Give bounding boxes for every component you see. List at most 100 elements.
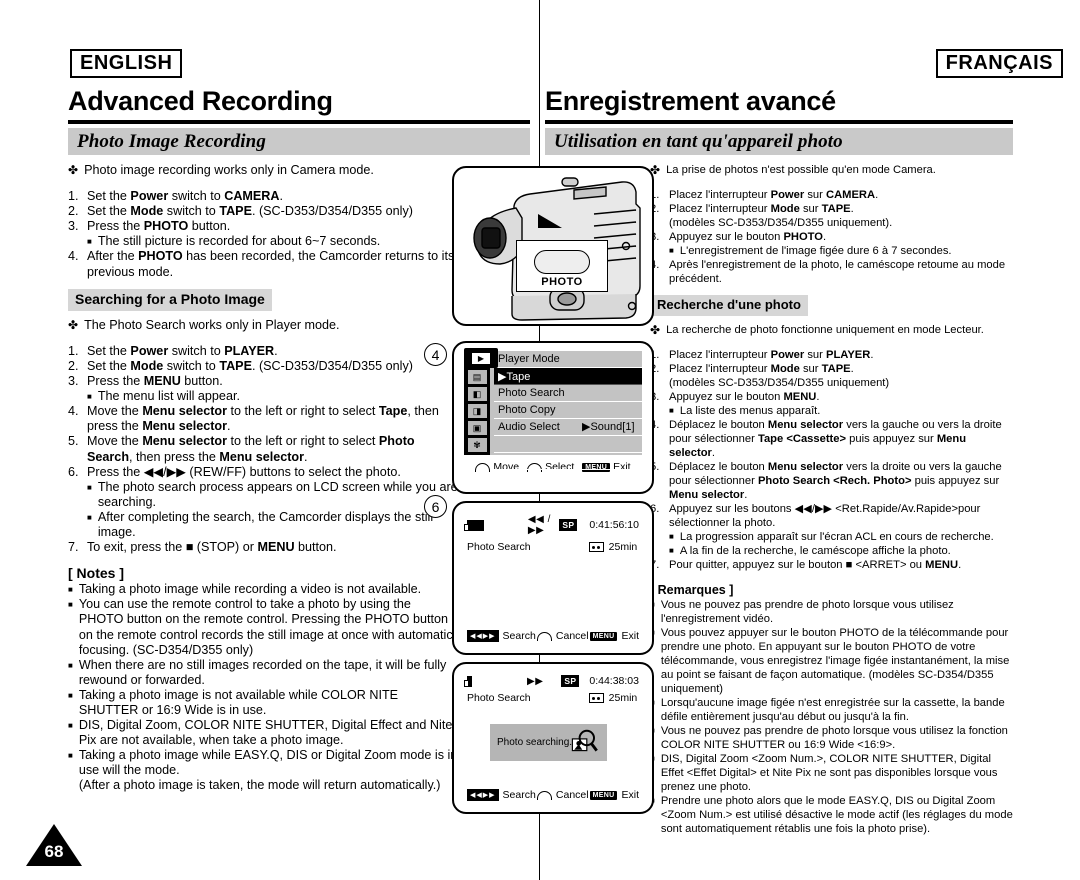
lcd-screen-searching: ▶▶ SP 0:44:38:03 Photo Search 25min Phot…	[454, 664, 652, 812]
step-substeps: ■ L'enregistrement de l'image figée dure …	[669, 244, 1015, 258]
figure-camcorder: PHOTO	[452, 166, 654, 326]
step-item: 5. Move the Menu selector to the left or …	[68, 434, 458, 464]
step-substeps: ■ La liste des menus apparaît.	[669, 404, 1015, 418]
menu-item-photo-search[interactable]: Photo Search	[494, 385, 642, 402]
menu-item-photo-copy[interactable]: Photo Copy	[494, 402, 642, 419]
step-item: 4. After the PHOTO has been recorded, the…	[68, 249, 458, 279]
step-subitem-text: L'enregistrement de l'image figée dure 6…	[679, 245, 952, 257]
step-subitem-text: The still picture is recorded for about …	[97, 234, 381, 249]
intro-text-french: La prise de photos n'est possible qu'en …	[666, 164, 936, 176]
lcd-footer-searching: ◀◀▶▶ Search Cancel MENU Exit	[467, 789, 639, 801]
steps-list-french-1: 1. Placez l'interrupteur Power sur CAMERA…	[650, 188, 1015, 286]
rew-ff-key-icon: ◀◀▶▶	[467, 630, 499, 642]
square-bullet-icon: ■	[669, 406, 674, 415]
menu-key-icon: MENU	[589, 631, 618, 641]
note-item: ■ When there are no still images recorded…	[68, 658, 458, 688]
notes-title-english: [ Notes ]	[68, 565, 124, 582]
step-item: 3. Press the PHOTO button.	[68, 219, 458, 234]
step-item: 4. Après l'enregistrement de la photo, le…	[650, 258, 1015, 286]
chapter-title-french: Enregistrement avancé	[545, 86, 836, 116]
intro-bullet-french: ✤ La prise de photos n'est possible qu'e…	[650, 163, 1015, 177]
lcd-footer-search-label: Search	[502, 789, 536, 801]
intro-text-english: Photo image recording works only in Came…	[84, 163, 374, 177]
intro2-text-french: La recherche de photo fonctionne uniquem…	[666, 324, 984, 336]
step-item: 7. To exit, press the ■ (STOP) or MENU bu…	[68, 540, 458, 555]
note-text: Vous ne pouvez pas prendre de photo lors…	[660, 725, 1008, 751]
figure-lcd-photo-searching: ▶▶ SP 0:44:38:03 Photo Search 25min Phot…	[452, 662, 654, 814]
note-item: ■DIS, Digital Zoom <Zoom Num.>, COLOR NI…	[650, 752, 1015, 794]
lcd-label-row: Photo Search 25min	[467, 692, 639, 704]
note-text: Lorsqu'aucune image figée n'est enregist…	[660, 697, 1005, 723]
settings-gear-icon: ✾	[467, 438, 487, 452]
step-item: 7. Pour quitter, appuyez sur le bouton ■ …	[650, 558, 1015, 572]
step-item: 6. Appuyez sur les boutons ◀◀/▶▶ <Ret.Rap…	[650, 502, 1015, 530]
step-text: Déplacez le bouton Menu selector vers la…	[669, 461, 1002, 501]
step-number: 6.	[68, 464, 79, 479]
lcd-footer-exit-label: Exit	[621, 630, 639, 642]
menu-item-tape[interactable]: ▶Tape	[494, 368, 642, 385]
menu-item-empty-2: .	[494, 453, 642, 470]
lcd-footer-exit-btn[interactable]: MENU Exit	[589, 789, 639, 801]
photo-button-callout: PHOTO	[516, 240, 608, 292]
photo-search-label: Photo Search	[467, 541, 531, 553]
step-text: Appuyez sur le bouton PHOTO.	[669, 231, 827, 243]
step-substeps: ■ The still picture is recorded for about…	[87, 234, 458, 249]
step-number: 4.	[68, 249, 79, 264]
step-item: 2. Placez l'interrupteur Mode sur TAPE. (m…	[650, 202, 1015, 230]
battery-icon	[464, 519, 484, 531]
language-badge-english: ENGLISH	[70, 49, 183, 78]
step-number: 1.	[68, 343, 79, 358]
lcd-footer-search-label: Search	[502, 630, 536, 642]
figure-menu-screen: ▤ ◧ ◨ ▣ ✾ ▶ Player Mode ▶Tape Photo Sear…	[452, 341, 654, 494]
step-subitem-text: A la fin de la recherche, le caméscope a…	[679, 545, 951, 557]
note-text: Vous pouvez appuyer sur le bouton PHOTO …	[660, 627, 1010, 695]
club-bullet-icon: ✤	[68, 317, 79, 332]
step-text: Placez l'interrupteur Mode sur TAPE. (mod…	[669, 203, 893, 229]
step-subitem: ■ The still picture is recorded for about…	[87, 234, 458, 249]
selector-dial-icon	[475, 462, 491, 472]
step-item: 4. Déplacez le bouton Menu selector vers …	[650, 418, 1015, 460]
lcd-footer-exit-btn[interactable]: MENU Exit	[589, 630, 639, 642]
step-item: 3. Appuyez sur le bouton PHOTO.	[650, 230, 1015, 244]
lcd-footer-search-btn[interactable]: ◀◀▶▶ Search	[467, 630, 536, 642]
note-text: You can use the remote control to take a…	[78, 597, 453, 657]
note-item: ■Prendre une photo alors que le mode EAS…	[650, 794, 1015, 836]
lcd-footer-cancel-btn[interactable]: Cancel	[536, 630, 589, 642]
step-substeps: ■ The photo search process appears on LCD…	[87, 480, 458, 540]
square-bullet-icon: ■	[68, 721, 73, 731]
step-text: After the PHOTO has been recorded, the C…	[87, 249, 455, 279]
lcd-footer-cancel-btn[interactable]: Cancel	[536, 789, 589, 801]
lcd-screen-search: ◀◀ / ▶▶ SP 0:41:56:10 Photo Search 25min…	[454, 503, 652, 653]
section-heading-french: Utilisation en tant qu'appareil photo	[545, 128, 1013, 155]
step-subitem: ■ L'enregistrement de l'image figée dure …	[669, 244, 1015, 258]
step-item: 2. Set the Mode switch to TAPE. (SC-D353/…	[68, 204, 458, 219]
square-bullet-icon: ■	[87, 512, 92, 522]
note-text: Prendre une photo alors que le mode EASY…	[660, 795, 1013, 835]
square-bullet-icon: ■	[669, 546, 674, 555]
photo-search-label: Photo Search	[467, 692, 531, 704]
step-text: To exit, press the ■ (STOP) or MENU butt…	[87, 540, 337, 555]
step-subitem-text: La progression apparaît sur l'écran ACL …	[679, 531, 994, 543]
cassette-icon	[588, 542, 604, 552]
square-bullet-icon: ■	[669, 246, 674, 255]
step-item: 1. Placez l'interrupteur Power sur CAMERA…	[650, 188, 1015, 202]
note-text: Taking a photo image while EASY.Q, DIS o…	[78, 748, 458, 793]
step-subitem-text: The menu list will appear.	[97, 389, 240, 404]
step-item: 5. Déplacez le bouton Menu selector vers …	[650, 460, 1015, 502]
square-bullet-icon: ■	[68, 600, 73, 610]
section-heading-english: Photo Image Recording	[68, 128, 530, 155]
step-number: 4.	[68, 404, 79, 419]
tape-remaining: 25min	[608, 541, 638, 553]
square-bullet-icon: ■	[87, 237, 92, 247]
step-substeps: ■ La progression apparaît sur l'écran ACL…	[669, 530, 1015, 558]
cassette-icon	[588, 693, 604, 703]
note-item: ■Vous pouvez appuyer sur le bouton PHOTO…	[650, 626, 1015, 696]
note-text: When there are no still images recorded …	[78, 657, 447, 687]
step-subitem-text: After completing the search, the Camcord…	[97, 509, 434, 539]
lcd-footer-search-btn[interactable]: ◀◀▶▶ Search	[467, 789, 536, 801]
step-number: 2.	[68, 358, 79, 373]
step-text: Set the Mode switch to TAPE. (SC-D353/D3…	[87, 204, 413, 219]
menu-title: Player Mode	[494, 351, 642, 368]
step-item: 1. Set the Power switch to PLAYER.	[68, 344, 458, 359]
note-text: Taking a photo image is not available wh…	[78, 687, 399, 717]
